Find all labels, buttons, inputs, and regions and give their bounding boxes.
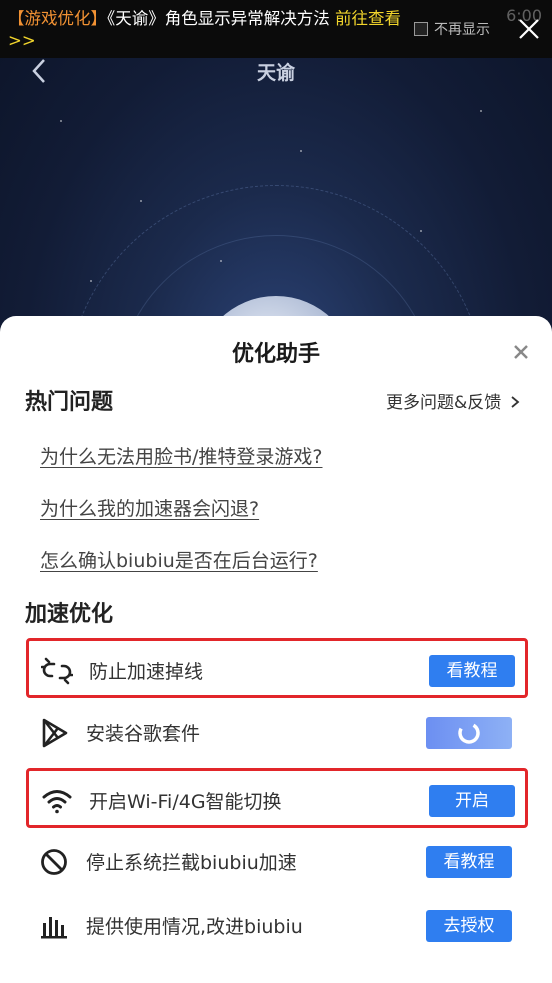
question-link[interactable]: 为什么我的加速器会闪退? — [40, 494, 259, 521]
accel-item-install-google[interactable]: 安装谷歌套件 — [26, 703, 528, 763]
optimization-sheet: 优化助手 热门问题 更多问题&反馈 为什么无法用脸书/推特登录游戏? 为什么我的… — [0, 316, 552, 983]
close-icon[interactable] — [514, 14, 544, 44]
install-button[interactable] — [426, 717, 512, 749]
notification-tag: 【游戏优化】 — [8, 9, 107, 28]
accel-item-label: 防止加速掉线 — [89, 661, 204, 683]
notification-banner[interactable]: 6:00 【游戏优化】《天谕》角色显示异常解决方法 前往查看>> 不再显示 — [0, 0, 552, 58]
bar-chart-icon — [38, 910, 70, 942]
accel-item-wifi-switch[interactable]: 开启Wi-Fi/4G智能切换 开启 — [26, 768, 528, 828]
authorize-button[interactable]: 去授权 — [426, 910, 512, 942]
google-play-icon — [38, 717, 70, 749]
sheet-title: 优化助手 — [231, 342, 320, 367]
notification-message[interactable]: 【游戏优化】《天谕》角色显示异常解决方法 前往查看>> — [8, 8, 408, 52]
accel-item-usage-data[interactable]: 提供使用情况,改进biubiu 去授权 — [26, 896, 528, 956]
loading-spinner-icon — [458, 722, 480, 744]
prohibit-icon — [38, 846, 70, 878]
dismiss-label[interactable]: 不再显示 — [434, 19, 490, 39]
chevron-right-icon — [511, 396, 520, 408]
tutorial-button[interactable]: 看教程 — [426, 846, 512, 878]
close-icon[interactable] — [510, 341, 532, 363]
accel-item-prevent-disconnect[interactable]: 防止加速掉线 看教程 — [26, 638, 528, 698]
accel-item-label: 安装谷歌套件 — [86, 723, 201, 745]
more-feedback-link[interactable]: 更多问题&反馈 — [386, 388, 521, 413]
broken-link-icon — [40, 655, 74, 687]
page-title: 天谕 — [256, 62, 295, 84]
accel-optimization-title: 加速优化 — [25, 602, 114, 627]
notification-text: 《天谕》角色显示异常解决方法 — [107, 9, 335, 28]
tutorial-button[interactable]: 看教程 — [429, 655, 515, 687]
question-link[interactable]: 怎么确认biubiu是否在后台运行? — [40, 546, 318, 573]
accel-item-stop-blocking[interactable]: 停止系统拦截biubiu加速 看教程 — [26, 832, 528, 892]
hot-questions-title: 热门问题 — [25, 390, 114, 415]
enable-button[interactable]: 开启 — [429, 785, 515, 817]
more-feedback-label: 更多问题&反馈 — [386, 393, 502, 413]
accel-item-label: 开启Wi-Fi/4G智能切换 — [89, 791, 282, 813]
wifi-icon — [41, 785, 73, 817]
accel-item-label: 提供使用情况,改进biubiu — [86, 916, 303, 938]
question-link[interactable]: 为什么无法用脸书/推特登录游戏? — [40, 442, 323, 469]
dismiss-checkbox[interactable] — [414, 22, 428, 36]
accel-item-label: 停止系统拦截biubiu加速 — [86, 852, 297, 874]
